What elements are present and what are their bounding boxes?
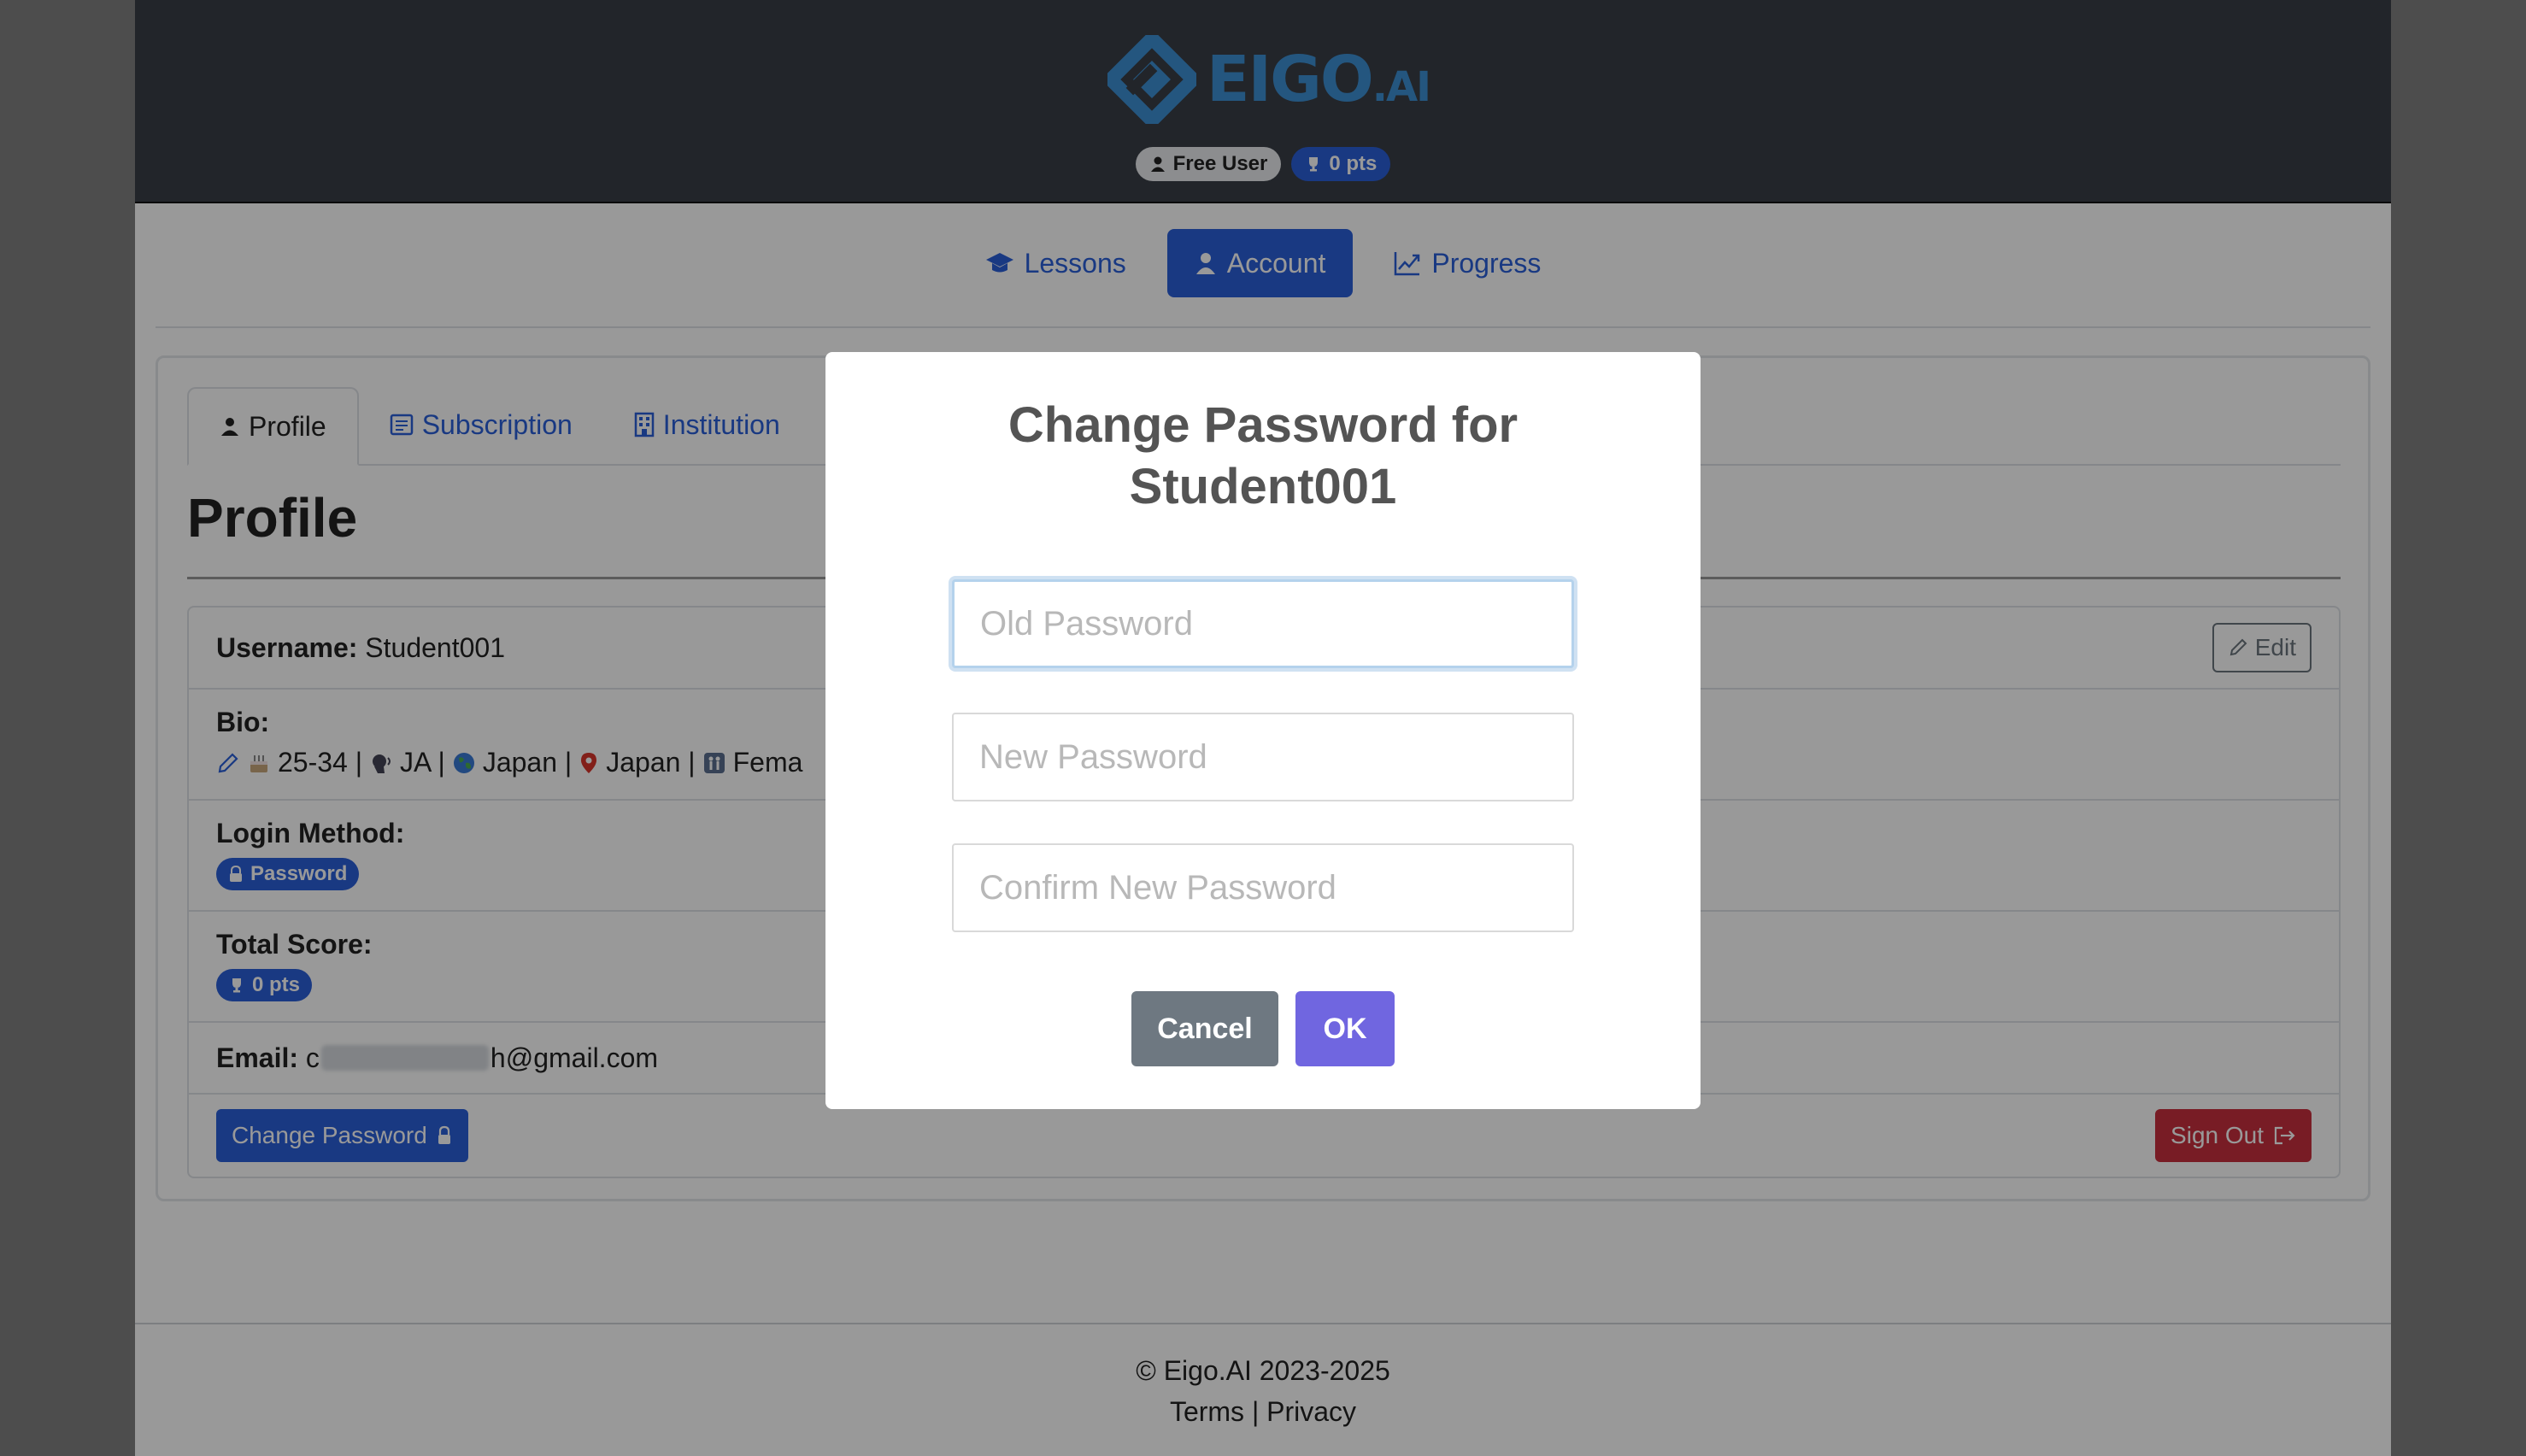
dialog-actions: Cancel OK <box>825 991 1701 1066</box>
dialog-title: Change Password for Student001 <box>1007 397 1519 514</box>
new-password-input[interactable] <box>952 713 1574 801</box>
old-password-input[interactable] <box>952 579 1574 668</box>
confirm-password-input[interactable] <box>952 843 1574 932</box>
change-password-dialog: Change Password for Student001 Cancel OK <box>825 352 1701 1109</box>
cancel-button[interactable]: Cancel <box>1131 991 1278 1066</box>
ok-button[interactable]: OK <box>1295 991 1395 1066</box>
